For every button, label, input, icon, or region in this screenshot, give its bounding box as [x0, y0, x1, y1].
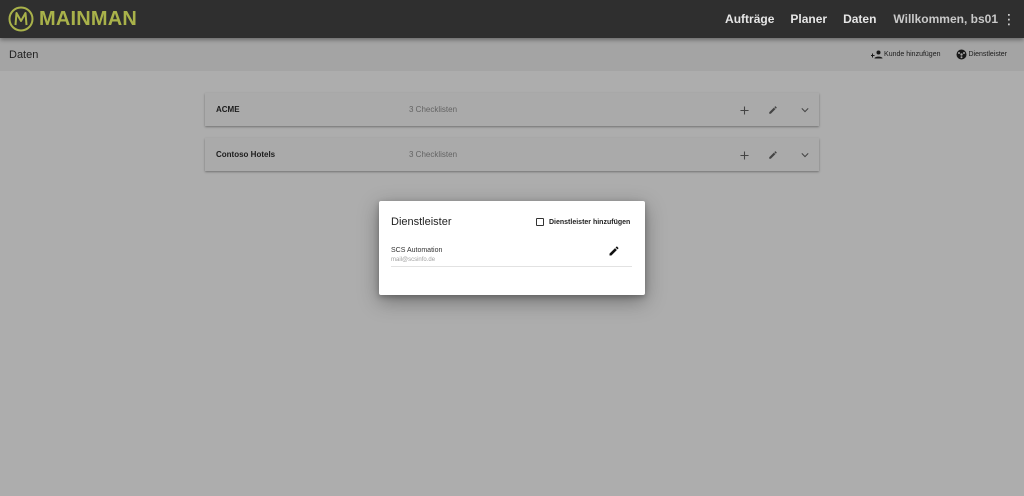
- chevron-down-icon: [801, 153, 809, 158]
- add-checklist-button[interactable]: [736, 147, 752, 163]
- provider-name: SCS Automation: [391, 247, 443, 254]
- plus-icon: [739, 150, 749, 160]
- nav-item-daten[interactable]: Daten: [843, 12, 876, 26]
- provider-icon: [956, 49, 967, 60]
- add-checklist-button[interactable]: [736, 102, 752, 118]
- customer-card[interactable]: Contoso Hotels 3 Checklisten: [205, 138, 819, 171]
- customer-name: Contoso Hotels: [216, 150, 276, 159]
- person-add-icon: [871, 50, 883, 59]
- add-customer-button[interactable]: Kunde hinzufügen: [871, 50, 940, 59]
- add-provider-label: Dienstleister hinzufügen: [549, 218, 631, 226]
- page-title: Daten: [9, 48, 39, 61]
- kebab-menu-icon[interactable]: ⋮: [1002, 11, 1016, 28]
- page-toolbar: Daten Kunde hinzufügen Dienstleister: [0, 38, 1024, 71]
- pencil-icon: [769, 151, 777, 159]
- expand-button[interactable]: [797, 102, 813, 118]
- logo[interactable]: MAINMAN: [8, 6, 137, 32]
- pencil-icon: [769, 106, 777, 114]
- add-provider-toggle[interactable]: Dienstleister hinzufügen: [536, 218, 630, 226]
- customer-card[interactable]: ACME 3 Checklisten: [205, 93, 819, 126]
- expand-button[interactable]: [797, 147, 813, 163]
- add-customer-label: Kunde hinzufügen: [884, 51, 941, 58]
- service-providers-button[interactable]: Dienstleister: [956, 49, 1007, 60]
- edit-customer-button[interactable]: [765, 102, 781, 118]
- plus-icon: [739, 105, 749, 115]
- service-providers-dialog: Dienstleister Dienstleister hinzufügen S…: [379, 201, 645, 295]
- logo-icon: [8, 6, 34, 32]
- checklist-count: 3 Checklisten: [409, 105, 458, 114]
- chevron-down-icon: [801, 108, 809, 113]
- edit-customer-button[interactable]: [765, 147, 781, 163]
- edit-provider-icon[interactable]: [608, 245, 620, 257]
- dialog-title: Dienstleister: [391, 216, 452, 228]
- nav-item-auftraege[interactable]: Aufträge: [725, 12, 774, 26]
- user-greeting[interactable]: Willkommen, bs01: [893, 12, 998, 26]
- app-name: MAINMAN: [39, 7, 138, 30]
- provider-email: mail@scsinfo.de: [391, 257, 436, 263]
- add-provider-checkbox[interactable]: [536, 218, 544, 226]
- app-bar: MAINMAN Aufträge Planer Daten Willkommen…: [0, 0, 1024, 38]
- main-nav: Aufträge Planer Daten Willkommen, bs01 ⋮: [709, 0, 1024, 38]
- checklist-count: 3 Checklisten: [409, 150, 458, 159]
- service-providers-label: Dienstleister: [968, 51, 1007, 58]
- customer-name: ACME: [216, 105, 240, 114]
- nav-item-planer[interactable]: Planer: [790, 12, 827, 26]
- provider-list-item: SCS Automation mail@scsinfo.de: [391, 245, 632, 267]
- toolbar-actions: Kunde hinzufügen Dienstleister: [855, 38, 1007, 71]
